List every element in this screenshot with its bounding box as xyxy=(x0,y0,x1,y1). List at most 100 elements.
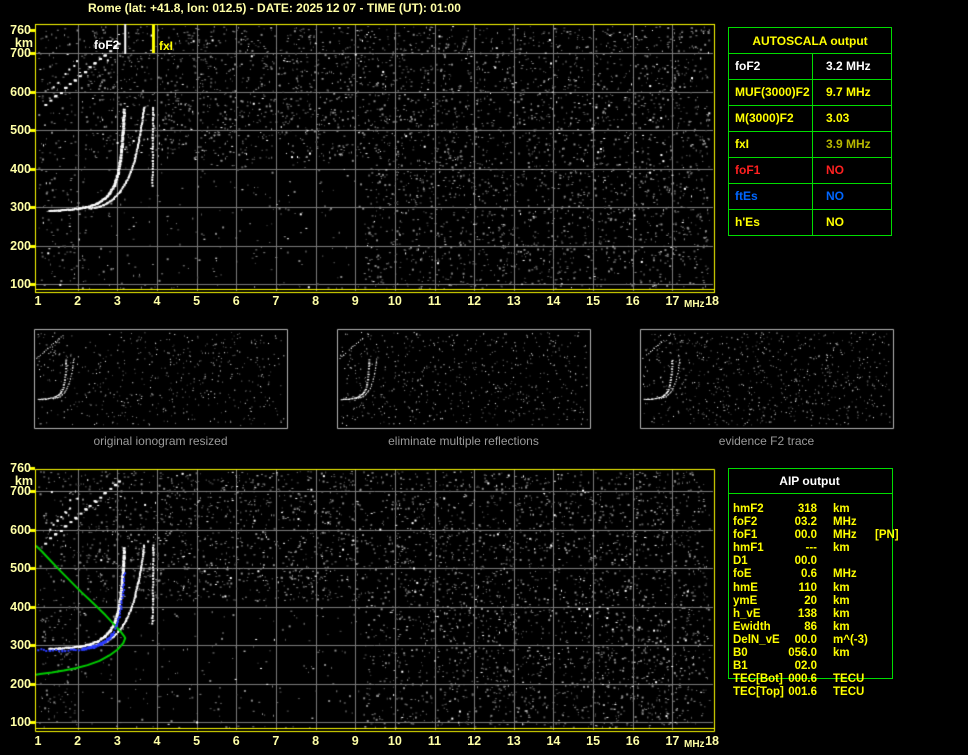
aip-unit: TECU xyxy=(833,673,865,686)
x-tick: 2 xyxy=(74,294,82,308)
aip-label: hmF2 xyxy=(733,503,764,515)
aip-unit: km xyxy=(833,620,850,633)
autoscala-row-fof2: foF2 3.2 MHz xyxy=(729,54,891,80)
aip-row-yme: ymE 20 km xyxy=(728,595,908,608)
y-tick: 200 xyxy=(10,238,31,253)
x-tick: 11 xyxy=(427,734,442,748)
fof2-marker-label: foF2 xyxy=(94,38,120,52)
station-date-time-title: Rome (lat: +41.8, lon: 012.5) - DATE: 20… xyxy=(88,1,461,15)
aip-row-ewidth: Ewidth 86 km xyxy=(728,621,908,634)
aip-unit: km xyxy=(833,594,850,607)
aip-value: 20 xyxy=(804,594,817,607)
autoscala-row-label: MUF(3000)F2 xyxy=(729,80,813,105)
aip-label: Ewidth xyxy=(733,620,771,633)
y-tick: 100 xyxy=(10,277,31,292)
autoscala-row-value: 3.9 MHz xyxy=(826,137,871,151)
autoscala-row-label: M(3000)F2 xyxy=(729,106,813,131)
aip-value: 0.6 xyxy=(801,568,817,581)
aip-row-foe: foE 0.6 MHz xyxy=(728,568,908,581)
aip-label: foF2 xyxy=(733,516,758,529)
aip-label: TEC[Bot] xyxy=(733,673,783,686)
aip-table-rows: hmF2 318 km foF2 03.2 MHz foF1 00.0 MHz [PN] hmF1 -… xyxy=(728,503,908,699)
y-axis-unit-label: km xyxy=(14,474,33,488)
aip-label: foF1 xyxy=(733,529,758,542)
aip-unit: km xyxy=(833,607,850,620)
x-tick: 4 xyxy=(153,734,161,748)
thumbnail-caption-reflections: eliminate multiple reflections xyxy=(388,434,539,448)
aip-value: 000.6 xyxy=(788,673,817,686)
autoscala-row-fxi: fxI 3.9 MHz xyxy=(729,132,891,158)
x-tick: 5 xyxy=(193,734,201,748)
x-tick: 6 xyxy=(232,294,240,308)
x-tick: 11 xyxy=(427,294,442,308)
aip-unit: TECU xyxy=(833,686,865,699)
aip-note: [PN] xyxy=(875,529,899,542)
aip-row-hmf2: hmF2 318 km xyxy=(728,503,908,516)
aip-unit xyxy=(833,660,873,673)
autoscala-row-muf3000f2: MUF(3000)F2 9.7 MHz xyxy=(729,80,891,106)
y-tick: 500 xyxy=(10,123,31,138)
aip-unit xyxy=(833,555,873,568)
x-axis-unit-label: MHz xyxy=(684,299,705,310)
autoscala-table-rows: foF2 3.2 MHz MUF(3000)F2 9.7 MHz M(3000)F2 3.… xyxy=(729,54,891,235)
aip-label: hmF1 xyxy=(733,542,764,555)
aip-row-delnve: DelN_vE 00.0 m^(-3) xyxy=(728,634,908,647)
aip-header-divider xyxy=(728,493,892,494)
autoscala-table-title: AUTOSCALA output xyxy=(729,28,891,54)
x-tick: 1 xyxy=(34,734,42,748)
aip-label: D1 xyxy=(733,555,748,568)
autoscala-row-value: 3.03 xyxy=(826,111,850,125)
x-tick: 5 xyxy=(193,294,201,308)
x-tick: 8 xyxy=(312,734,320,748)
aip-label: TEC[Top] xyxy=(733,686,784,699)
autoscala-row-label: ftEs xyxy=(729,184,813,209)
autoscala-row-label: fxI xyxy=(729,132,813,157)
aip-label: DelN_vE xyxy=(733,633,780,646)
aip-row-fof1: foF1 00.0 MHz [PN] xyxy=(728,529,908,542)
aip-value: 00.0 xyxy=(794,529,817,542)
x-tick: 14 xyxy=(546,734,561,748)
aip-label: h_vE xyxy=(733,607,761,620)
x-tick: 6 xyxy=(232,734,240,748)
aip-unit: km xyxy=(833,542,850,555)
x-tick: 10 xyxy=(387,734,402,748)
y-tick: 300 xyxy=(10,638,31,653)
x-tick: 9 xyxy=(351,734,359,748)
aip-label: B0 xyxy=(733,647,748,660)
aip-unit: m^(-3) xyxy=(833,633,868,646)
aip-value: 86 xyxy=(804,620,817,633)
aip-table-title: AIP output xyxy=(779,474,840,488)
aip-value: 00.0 xyxy=(794,555,817,568)
y-tick: 100 xyxy=(10,715,31,730)
aip-row-hve: h_vE 138 km xyxy=(728,608,908,621)
x-tick: 10 xyxy=(387,294,402,308)
aip-unit: km xyxy=(833,503,850,515)
y-tick: 400 xyxy=(10,161,31,176)
y-tick: 760 xyxy=(10,461,31,475)
autoscala-row-value: NO xyxy=(826,163,844,177)
autoscala-row-fof1: foF1 NO xyxy=(729,158,891,184)
aip-row-tecbot: TEC[Bot] 000.6 TECU xyxy=(728,673,908,686)
aip-label: foE xyxy=(733,568,752,581)
aip-label: ymE xyxy=(733,594,758,607)
aip-unit: MHz xyxy=(833,568,857,581)
x-tick: 17 xyxy=(665,734,680,748)
aip-value: --- xyxy=(805,542,818,555)
y-tick: 500 xyxy=(10,561,31,576)
aip-value: 138 xyxy=(797,607,817,620)
aip-row-hmf1: hmF1 --- km xyxy=(728,542,908,555)
thumbnail-caption-f2trace: evidence F2 trace xyxy=(718,434,815,448)
x-tick: 7 xyxy=(272,734,280,748)
autoscala-app-window: Rome (lat: +41.8, lon: 012.5) - DATE: 20… xyxy=(0,0,968,755)
x-tick: 14 xyxy=(546,294,561,308)
x-tick: 15 xyxy=(586,734,601,748)
y-tick: 300 xyxy=(10,200,31,215)
aip-row-fof2: foF2 03.2 MHz xyxy=(728,516,908,529)
aip-row-b1: B1 02.0 xyxy=(728,660,908,673)
aip-label: hmE xyxy=(733,581,758,594)
autoscala-row-m3000f2: M(3000)F2 3.03 xyxy=(729,106,891,132)
x-tick: 16 xyxy=(625,294,640,308)
aip-value: 00.0 xyxy=(794,633,817,646)
aip-value: 02.0 xyxy=(794,660,817,673)
aip-row-tectop: TEC[Top] 001.6 TECU xyxy=(728,686,908,699)
